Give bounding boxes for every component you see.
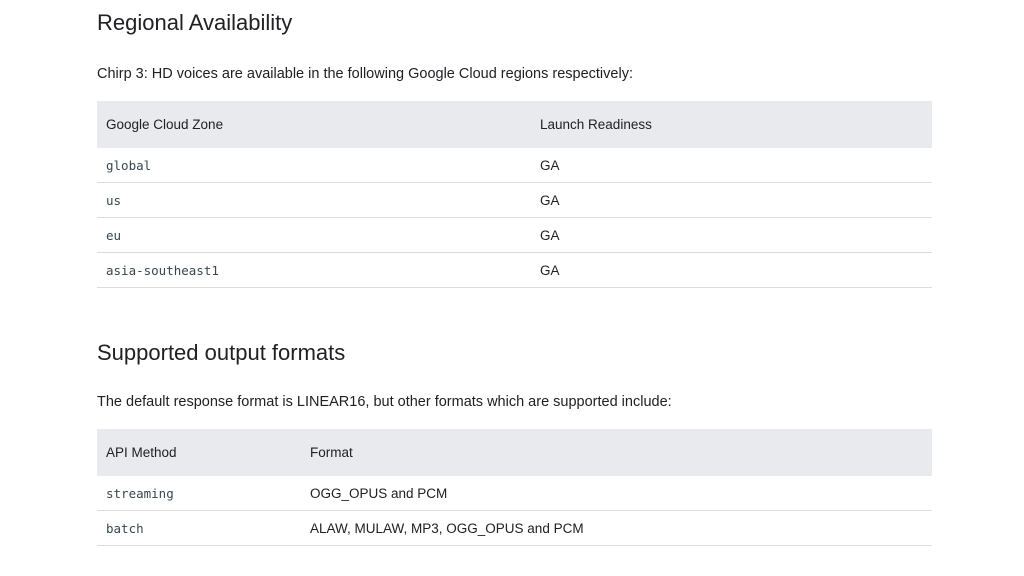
table-row: global GA xyxy=(97,148,932,183)
column-header-api-method: API Method xyxy=(97,429,301,476)
column-header-readiness: Launch Readiness xyxy=(531,101,932,148)
zone-cell: global xyxy=(97,148,531,183)
table-row: asia-southeast1 GA xyxy=(97,252,932,288)
table-header-row: Google Cloud Zone Launch Readiness xyxy=(97,101,932,148)
format-cell: OGG_OPUS and PCM xyxy=(301,476,932,511)
formats-intro-text: The default response format is LINEAR16,… xyxy=(97,394,672,410)
column-header-format: Format xyxy=(301,429,932,476)
zone-cell: asia-southeast1 xyxy=(97,252,531,288)
table-row: streaming OGG_OPUS and PCM xyxy=(97,476,932,511)
table-header-row: API Method Format xyxy=(97,429,932,476)
regional-availability-table: Google Cloud Zone Launch Readiness globa… xyxy=(97,101,932,288)
regional-availability-heading: Regional Availability xyxy=(97,10,293,35)
format-cell: ALAW, MULAW, MP3, OGG_OPUS and PCM xyxy=(301,510,932,546)
supported-output-formats-heading: Supported output formats xyxy=(97,340,346,365)
readiness-cell: GA xyxy=(531,148,932,183)
column-header-zone: Google Cloud Zone xyxy=(97,101,531,148)
zone-cell: us xyxy=(97,182,531,218)
api-method-cell: streaming xyxy=(97,476,301,511)
output-formats-table: API Method Format streaming OGG_OPUS and… xyxy=(97,429,932,546)
api-method-cell: batch xyxy=(97,510,301,546)
readiness-cell: GA xyxy=(531,252,932,288)
table-row: us GA xyxy=(97,182,932,218)
readiness-cell: GA xyxy=(531,217,932,253)
zone-cell: eu xyxy=(97,217,531,253)
table-row: eu GA xyxy=(97,217,932,253)
regional-intro-text: Chirp 3: HD voices are available in the … xyxy=(97,66,633,82)
table-row: batch ALAW, MULAW, MP3, OGG_OPUS and PCM xyxy=(97,510,932,546)
readiness-cell: GA xyxy=(531,182,932,218)
